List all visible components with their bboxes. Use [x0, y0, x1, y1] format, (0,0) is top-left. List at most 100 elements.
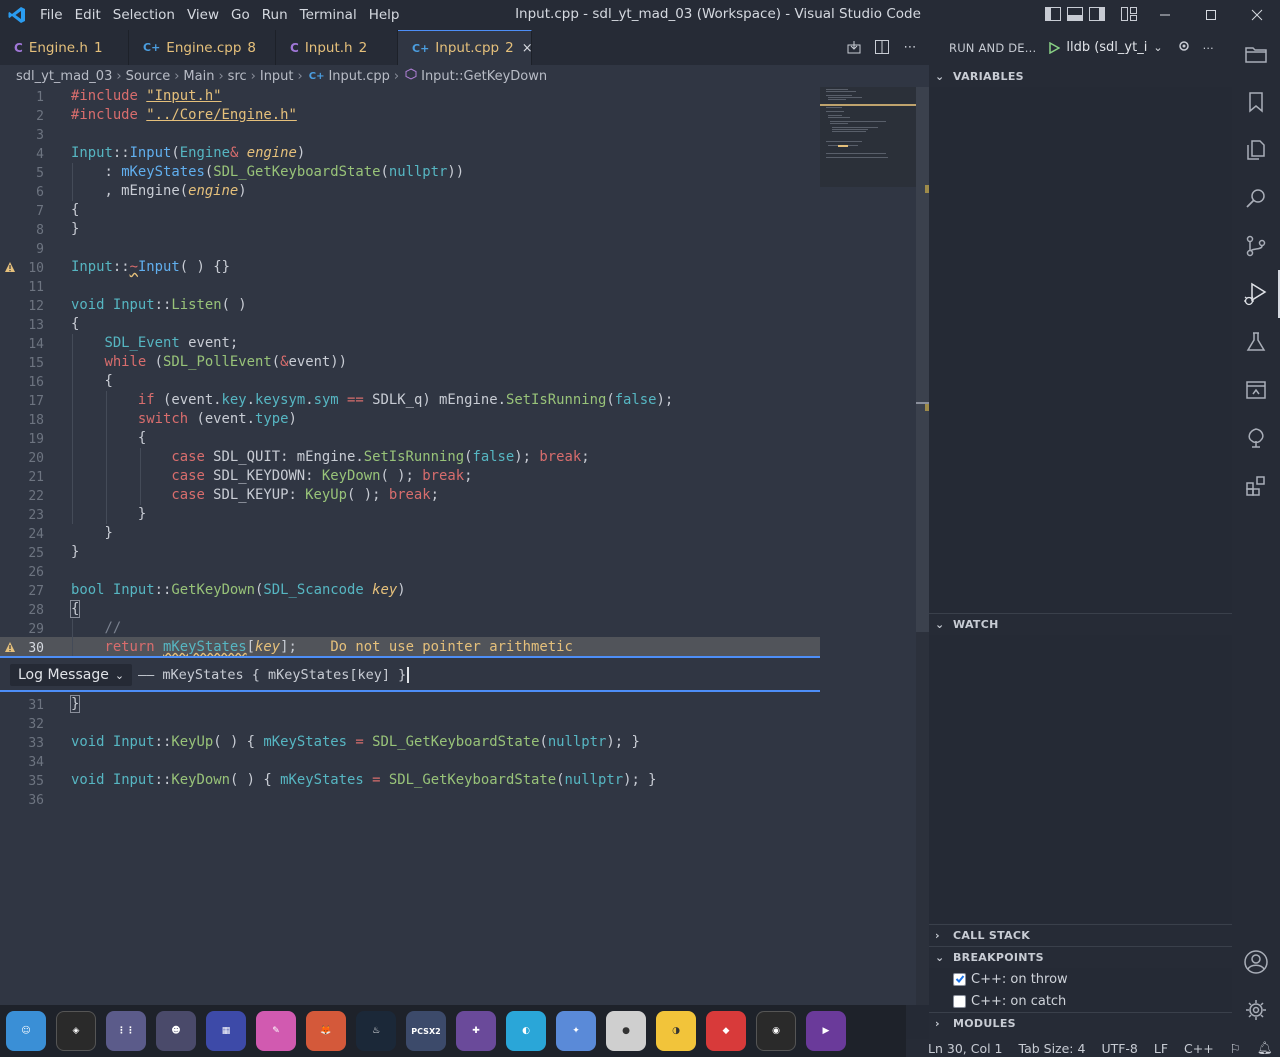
more-actions-icon[interactable]: ⋯ — [1203, 41, 1215, 55]
menu-help[interactable]: Help — [363, 0, 406, 30]
menu-run[interactable]: Run — [256, 0, 294, 30]
emulator-app-icon[interactable]: ☻ — [156, 1011, 196, 1051]
code-line-35: void Input::KeyDown( ) { mKeyStates = SD… — [71, 772, 657, 788]
code-line-12: void Input::Listen( ) — [71, 297, 247, 313]
ppsspp-app-icon[interactable]: ✦ — [556, 1011, 596, 1051]
manage-gear-icon[interactable] — [1232, 986, 1280, 1034]
logpoint-message-input[interactable]: —— mKeyStates { mKeyStates[key] } — [138, 664, 410, 686]
breadcrumb-workspace[interactable]: sdl_yt_mad_03 — [16, 69, 112, 84]
split-editor-icon[interactable] — [873, 38, 891, 56]
minimap[interactable] — [820, 87, 916, 187]
bookmark-icon[interactable] — [1232, 78, 1280, 126]
close-tab-icon[interactable]: × — [522, 41, 533, 56]
citra-app-icon[interactable]: ◑ — [656, 1011, 696, 1051]
close-window-icon[interactable] — [1234, 0, 1280, 30]
menu-view[interactable]: View — [181, 0, 225, 30]
extensions-icon[interactable] — [1232, 462, 1280, 510]
chevron-right-icon: › — [393, 68, 400, 84]
customize-layout-icon[interactable] — [1120, 5, 1138, 23]
breakpoint-on-catch[interactable]: C++: on catch — [953, 990, 1066, 1012]
toggle-primary-sidebar-icon[interactable] — [1044, 5, 1062, 23]
editor-tab-bar: C Engine.h 1 C+ Engine.cpp 8 C Input.h 2… — [0, 30, 929, 65]
warning-icon[interactable] — [4, 641, 16, 653]
menu-terminal[interactable]: Terminal — [294, 0, 363, 30]
video-app-icon[interactable]: ▶ — [806, 1011, 846, 1051]
testing-flask-icon[interactable] — [1232, 318, 1280, 366]
tetris-app-icon[interactable]: ▦ — [206, 1011, 246, 1051]
layout-controls — [1044, 5, 1138, 23]
more-actions-icon[interactable]: ⋯ — [901, 38, 919, 56]
title-bar: File Edit Selection View Go Run Terminal… — [0, 0, 1280, 30]
menu-file[interactable]: File — [34, 0, 69, 30]
encoding[interactable]: UTF-8 — [1101, 1041, 1137, 1056]
cursor-position[interactable]: Ln 30, Col 1 — [928, 1041, 1003, 1056]
menu-selection[interactable]: Selection — [107, 0, 181, 30]
checkbox-unchecked[interactable] — [953, 994, 966, 1008]
debug-config-select[interactable]: lldb (sdl_yt_i ⌄ — [1048, 40, 1163, 55]
code-editor[interactable]: 1 2 3 4 5 6 7 8 9 10 11 12 13 14 15 16 17 18 19 20 21 22 23 24 2… — [0, 87, 929, 1005]
toggle-panel-icon[interactable] — [1066, 5, 1084, 23]
tab-input-cpp[interactable]: C+ Input.cpp 2 × — [398, 30, 533, 65]
section-variables[interactable]: ⌄ VARIABLES — [929, 65, 1232, 87]
explorer-icon[interactable] — [1232, 30, 1280, 78]
account-icon[interactable] — [1232, 938, 1280, 986]
bsnes-app-icon[interactable]: ● — [606, 1011, 646, 1051]
search-icon[interactable] — [1232, 174, 1280, 222]
obs-app-icon[interactable]: ◉ — [756, 1011, 796, 1051]
breadcrumb-symbol[interactable]: Input::GetKeyDown — [421, 69, 547, 84]
pcsx2-app-icon[interactable]: PCSX2 — [406, 1011, 446, 1051]
menu-go[interactable]: Go — [225, 0, 256, 30]
line-number: 25 — [28, 546, 44, 561]
breadcrumb-src[interactable]: src — [228, 69, 247, 84]
open-changes-icon[interactable] — [845, 38, 863, 56]
cpp-file-icon: C+ — [143, 41, 161, 54]
tab-engine-h[interactable]: C Engine.h 1 — [0, 30, 129, 65]
notifications-bell-icon[interactable]: 🔔︎ — [1257, 1040, 1273, 1056]
apps-grid-icon[interactable]: ⋮⋮ — [106, 1011, 146, 1051]
chevron-right-icon: › — [935, 1017, 940, 1030]
section-breakpoints[interactable]: ⌄ BREAKPOINTS — [929, 946, 1232, 968]
section-call-stack[interactable]: › CALL STACK — [929, 924, 1232, 946]
finder-app-icon[interactable]: ☺ — [6, 1011, 46, 1051]
debug-config-label: lldb (sdl_yt_i — [1066, 40, 1148, 55]
krita-app-icon[interactable]: ✎ — [256, 1011, 296, 1051]
menu-edit[interactable]: Edit — [69, 0, 107, 30]
tab-size[interactable]: Tab Size: 4 — [1019, 1041, 1086, 1056]
tree-icon[interactable] — [1232, 414, 1280, 462]
scrollbar-thumb[interactable] — [916, 87, 929, 632]
breadcrumb-source[interactable]: Source — [126, 69, 171, 84]
steam-app-icon[interactable]: ♨ — [356, 1011, 396, 1051]
minimize-icon[interactable] — [1142, 0, 1188, 30]
run-and-debug-icon[interactable] — [1232, 270, 1280, 318]
chevron-right-icon: › — [218, 68, 224, 84]
gear-icon[interactable] — [1177, 39, 1191, 56]
tab-engine-cpp[interactable]: C+ Engine.cpp 8 — [129, 30, 276, 65]
checkbox-checked[interactable] — [953, 972, 966, 986]
logpoint-mode-select[interactable]: Log Message ⌄ — [10, 664, 133, 686]
breadcrumb-file[interactable]: Input.cpp — [328, 69, 389, 84]
section-watch[interactable]: ⌄ WATCH — [929, 613, 1232, 635]
line-number: 23 — [28, 508, 44, 523]
chevron-down-icon: ⌄ — [1153, 41, 1163, 54]
breadcrumb-main[interactable]: Main — [183, 69, 214, 84]
gimp-app-icon[interactable]: 🦊 — [306, 1011, 346, 1051]
files-icon[interactable] — [1232, 126, 1280, 174]
breakpoint-on-throw[interactable]: C++: on throw — [953, 968, 1068, 990]
feedback-icon[interactable]: ⚐ — [1230, 1041, 1241, 1056]
source-control-icon[interactable] — [1232, 222, 1280, 270]
ryujinx-app-icon[interactable]: ◆ — [706, 1011, 746, 1051]
section-modules[interactable]: › MODULES — [929, 1012, 1232, 1034]
remote-explorer-icon[interactable] — [1232, 366, 1280, 414]
language-mode[interactable]: C++ — [1184, 1041, 1214, 1056]
add-app-icon[interactable]: ✚ — [456, 1011, 496, 1051]
warning-icon[interactable] — [4, 261, 16, 273]
maximize-icon[interactable] — [1188, 0, 1234, 30]
unity-app-icon[interactable]: ◈ — [56, 1011, 96, 1051]
end-of-line[interactable]: LF — [1154, 1041, 1168, 1056]
chevron-right-icon: › — [250, 68, 256, 84]
toggle-secondary-sidebar-icon[interactable] — [1088, 5, 1106, 23]
dolphin-app-icon[interactable]: ◐ — [506, 1011, 546, 1051]
tab-input-h[interactable]: C Input.h 2 — [276, 30, 398, 65]
breakpoint-label: C++: on catch — [971, 993, 1067, 1009]
breadcrumb-input[interactable]: Input — [260, 69, 294, 84]
